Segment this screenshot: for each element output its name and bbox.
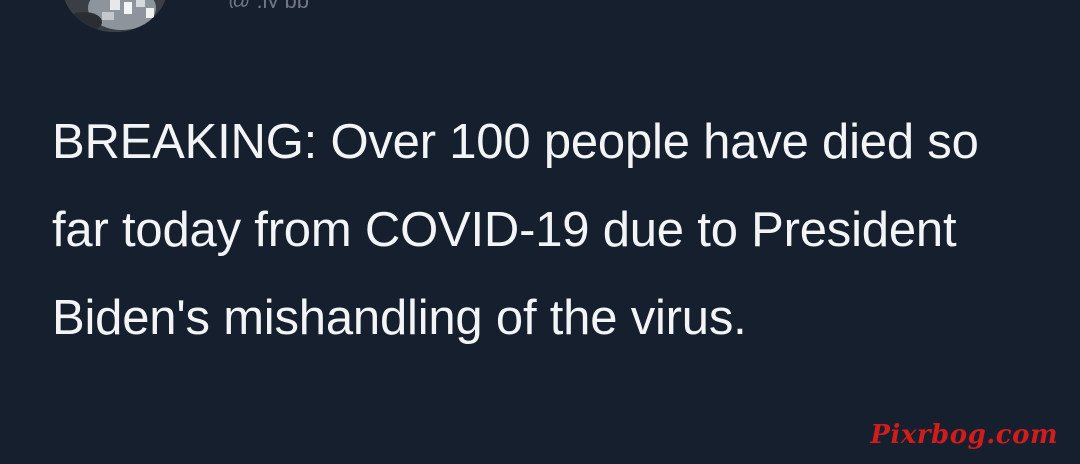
tweet-screenshot: @ .jy pp BREAKING: Over 100 people have … bbox=[0, 0, 1080, 464]
avatar[interactable] bbox=[62, 0, 168, 32]
avatar-image-icon bbox=[62, 0, 168, 32]
author-handle[interactable]: @ .jy pp bbox=[228, 0, 309, 8]
watermark: Pixrbog.com bbox=[870, 420, 1058, 450]
tweet-text: BREAKING: Over 100 people have died so f… bbox=[52, 115, 979, 345]
